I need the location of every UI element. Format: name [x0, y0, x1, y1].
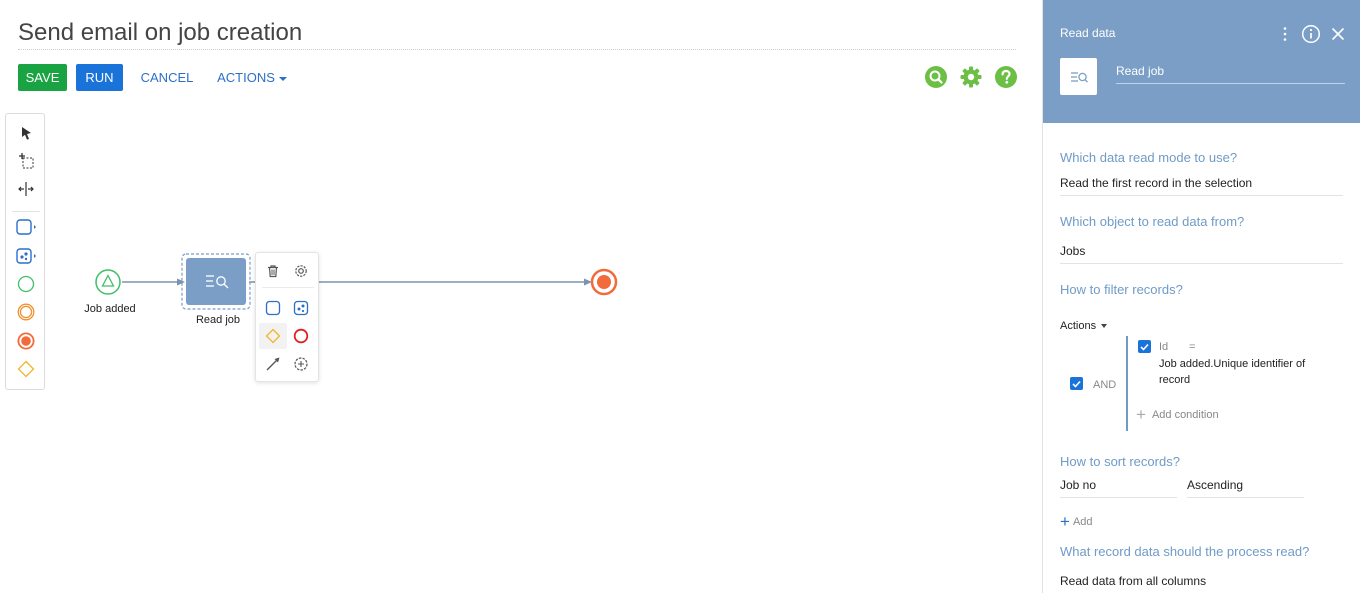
change-type-icon: [294, 357, 308, 371]
diagram-canvas[interactable]: [0, 0, 1040, 593]
add-sort-button[interactable]: + Add: [1060, 512, 1093, 532]
change-type-button[interactable]: [287, 351, 315, 377]
trash-icon: [268, 265, 278, 278]
plus-icon: +: [1136, 405, 1146, 424]
sort-column-field[interactable]: Job no: [1060, 478, 1177, 498]
condition-checkbox[interactable]: [1138, 340, 1151, 353]
end-event[interactable]: [590, 268, 618, 296]
condition-field[interactable]: Id: [1159, 341, 1168, 353]
menu-divider: [262, 287, 314, 288]
read-data-icon: [1070, 71, 1088, 83]
condition-operator[interactable]: =: [1189, 341, 1195, 353]
sort-direction-field[interactable]: Ascending: [1187, 478, 1304, 498]
append-task-button[interactable]: [259, 295, 287, 321]
info-icon[interactable]: [1301, 24, 1321, 44]
task-icon: [265, 300, 281, 316]
sort-question: How to sort records?: [1060, 454, 1180, 469]
settings-icon: [295, 265, 307, 277]
connect-button[interactable]: [259, 351, 287, 377]
element-context-menu: [255, 252, 319, 382]
more-vertical-icon[interactable]: [1275, 24, 1295, 44]
check-icon: [1140, 343, 1149, 351]
connector-arrow-icon: [266, 357, 280, 371]
sequence-flow-1[interactable]: [122, 278, 185, 286]
filter-question: How to filter records?: [1060, 282, 1183, 297]
read-columns-question: What record data should the process read…: [1060, 544, 1310, 559]
filter-group-line: [1126, 336, 1128, 431]
plus-icon: +: [1060, 512, 1070, 531]
properties-panel: Read data Read job Which data read mode …: [1042, 0, 1360, 593]
element-settings-button[interactable]: [287, 258, 315, 284]
add-condition-button[interactable]: + Add condition: [1136, 405, 1219, 425]
close-icon[interactable]: [1328, 24, 1348, 44]
task-label: Read job: [195, 314, 241, 326]
append-user-task-button[interactable]: [287, 295, 315, 321]
condition-value[interactable]: Job added.Unique identifier of record: [1159, 356, 1334, 388]
task-read-job[interactable]: [181, 253, 251, 310]
end-event-icon: [293, 328, 309, 344]
gateway-icon: [265, 328, 281, 344]
process-designer: Send email on job creation SAVE RUN CANC…: [0, 0, 1360, 593]
start-event-label: Job added: [84, 303, 136, 315]
append-end-event-button[interactable]: [287, 323, 315, 349]
add-condition-label: Add condition: [1151, 408, 1219, 421]
and-group-label: AND: [1093, 379, 1117, 391]
panel-header: Read data Read job: [1043, 0, 1360, 123]
start-event-job-added[interactable]: [95, 269, 121, 295]
read-columns-field[interactable]: Read data from all columns: [1060, 574, 1343, 593]
read-mode-question: Which data read mode to use?: [1060, 150, 1238, 165]
check-icon: [1072, 380, 1081, 388]
object-question: Which object to read data from?: [1060, 214, 1245, 229]
delete-element-button[interactable]: [259, 258, 287, 284]
element-name-input[interactable]: Read job: [1116, 64, 1345, 84]
caret-down-icon: [1101, 324, 1108, 329]
and-group-checkbox[interactable]: [1070, 377, 1083, 390]
object-field[interactable]: Jobs: [1060, 244, 1343, 264]
panel-title: Read data: [1060, 26, 1116, 40]
filter-actions-label: Actions: [1060, 320, 1097, 332]
user-task-icon: [293, 300, 309, 316]
element-icon: [1060, 58, 1097, 95]
add-sort-label: Add: [1072, 515, 1093, 528]
read-mode-field[interactable]: Read the first record in the selection: [1060, 176, 1343, 196]
filter-actions-menu[interactable]: Actions: [1060, 320, 1108, 332]
append-gateway-button[interactable]: [259, 323, 287, 349]
